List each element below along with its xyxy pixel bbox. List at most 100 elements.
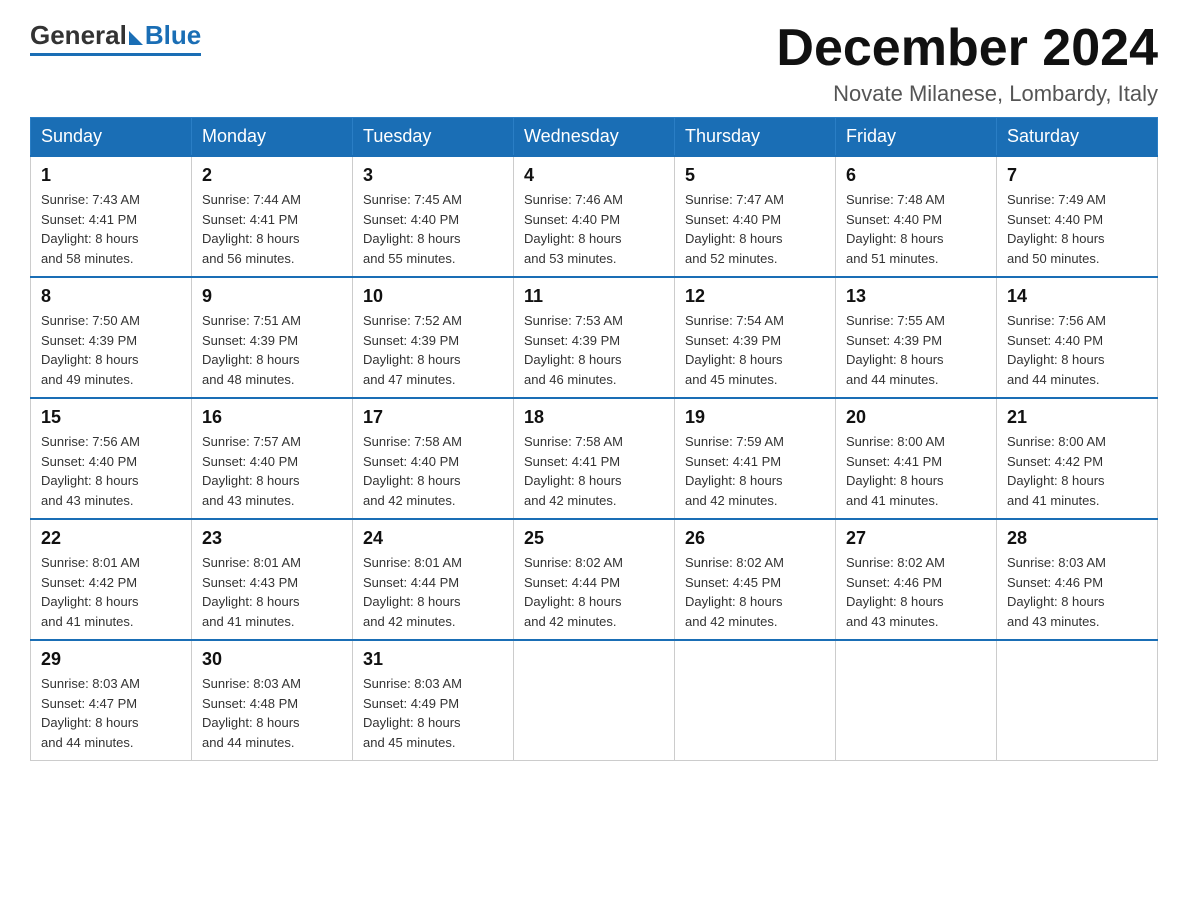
day-number: 15: [41, 407, 181, 428]
day-info: Sunrise: 7:44 AMSunset: 4:41 PMDaylight:…: [202, 190, 342, 268]
day-number: 27: [846, 528, 986, 549]
day-number: 16: [202, 407, 342, 428]
day-number: 22: [41, 528, 181, 549]
day-info: Sunrise: 8:01 AMSunset: 4:44 PMDaylight:…: [363, 553, 503, 631]
day-info: Sunrise: 7:46 AMSunset: 4:40 PMDaylight:…: [524, 190, 664, 268]
calendar-day-cell: 28Sunrise: 8:03 AMSunset: 4:46 PMDayligh…: [997, 519, 1158, 640]
day-number: 21: [1007, 407, 1147, 428]
calendar-day-cell: 1 Sunrise: 7:43 AMSunset: 4:41 PMDaylight…: [31, 156, 192, 277]
calendar-day-cell: 16 Sunrise: 7:57 AMSunset: 4:40 PMDayligh…: [192, 398, 353, 519]
day-info: Sunrise: 7:51 AMSunset: 4:39 PMDaylight:…: [202, 311, 342, 389]
location-subtitle: Novate Milanese, Lombardy, Italy: [776, 81, 1158, 107]
day-number: 5: [685, 165, 825, 186]
calendar-day-cell: 6 Sunrise: 7:48 AMSunset: 4:40 PMDaylight…: [836, 156, 997, 277]
logo: General Blue: [30, 20, 201, 56]
day-number: 8: [41, 286, 181, 307]
day-info: Sunrise: 8:01 AMSunset: 4:42 PMDaylight:…: [41, 553, 181, 631]
calendar-day-cell: 4 Sunrise: 7:46 AMSunset: 4:40 PMDaylight…: [514, 156, 675, 277]
day-info: Sunrise: 7:48 AMSunset: 4:40 PMDaylight:…: [846, 190, 986, 268]
day-info: Sunrise: 8:00 AMSunset: 4:41 PMDaylight:…: [846, 432, 986, 510]
calendar-day-cell: 19Sunrise: 7:59 AMSunset: 4:41 PMDayligh…: [675, 398, 836, 519]
column-header-sunday: Sunday: [31, 118, 192, 157]
column-header-wednesday: Wednesday: [514, 118, 675, 157]
day-info: Sunrise: 7:55 AMSunset: 4:39 PMDaylight:…: [846, 311, 986, 389]
month-title: December 2024: [776, 20, 1158, 77]
title-area: December 2024 Novate Milanese, Lombardy,…: [776, 20, 1158, 107]
calendar-week-row: 29 Sunrise: 8:03 AMSunset: 4:47 PMDayligh…: [31, 640, 1158, 761]
day-number: 19: [685, 407, 825, 428]
day-info: Sunrise: 8:03 AMSunset: 4:48 PMDaylight:…: [202, 674, 342, 752]
day-number: 29: [41, 649, 181, 670]
day-number: 1: [41, 165, 181, 186]
logo-arrow-icon: [129, 31, 143, 45]
calendar-week-row: 8Sunrise: 7:50 AMSunset: 4:39 PMDaylight…: [31, 277, 1158, 398]
day-info: Sunrise: 8:00 AMSunset: 4:42 PMDaylight:…: [1007, 432, 1147, 510]
calendar-day-cell: 31 Sunrise: 8:03 AMSunset: 4:49 PMDayligh…: [353, 640, 514, 761]
calendar-day-cell: 9 Sunrise: 7:51 AMSunset: 4:39 PMDaylight…: [192, 277, 353, 398]
calendar-day-cell: 10 Sunrise: 7:52 AMSunset: 4:39 PMDayligh…: [353, 277, 514, 398]
day-info: Sunrise: 8:01 AMSunset: 4:43 PMDaylight:…: [202, 553, 342, 631]
calendar-day-cell: [836, 640, 997, 761]
calendar-week-row: 15 Sunrise: 7:56 AMSunset: 4:40 PMDayligh…: [31, 398, 1158, 519]
calendar-day-cell: [997, 640, 1158, 761]
day-info: Sunrise: 7:49 AMSunset: 4:40 PMDaylight:…: [1007, 190, 1147, 268]
day-info: Sunrise: 7:52 AMSunset: 4:39 PMDaylight:…: [363, 311, 503, 389]
calendar-day-cell: 3Sunrise: 7:45 AMSunset: 4:40 PMDaylight…: [353, 156, 514, 277]
column-header-monday: Monday: [192, 118, 353, 157]
calendar-table: SundayMondayTuesdayWednesdayThursdayFrid…: [30, 117, 1158, 761]
day-info: Sunrise: 7:47 AMSunset: 4:40 PMDaylight:…: [685, 190, 825, 268]
calendar-day-cell: 8Sunrise: 7:50 AMSunset: 4:39 PMDaylight…: [31, 277, 192, 398]
day-number: 12: [685, 286, 825, 307]
calendar-day-cell: 27 Sunrise: 8:02 AMSunset: 4:46 PMDayligh…: [836, 519, 997, 640]
page-header: General Blue December 2024 Novate Milane…: [30, 20, 1158, 107]
day-number: 3: [363, 165, 503, 186]
day-info: Sunrise: 8:02 AMSunset: 4:45 PMDaylight:…: [685, 553, 825, 631]
day-info: Sunrise: 7:57 AMSunset: 4:40 PMDaylight:…: [202, 432, 342, 510]
calendar-day-cell: 12 Sunrise: 7:54 AMSunset: 4:39 PMDayligh…: [675, 277, 836, 398]
calendar-day-cell: 23Sunrise: 8:01 AMSunset: 4:43 PMDayligh…: [192, 519, 353, 640]
day-number: 13: [846, 286, 986, 307]
calendar-day-cell: 22 Sunrise: 8:01 AMSunset: 4:42 PMDayligh…: [31, 519, 192, 640]
logo-general-text: General: [30, 20, 127, 51]
day-number: 9: [202, 286, 342, 307]
day-info: Sunrise: 7:43 AMSunset: 4:41 PMDaylight:…: [41, 190, 181, 268]
day-number: 26: [685, 528, 825, 549]
logo-blue-text: Blue: [145, 20, 201, 51]
calendar-day-cell: 11Sunrise: 7:53 AMSunset: 4:39 PMDayligh…: [514, 277, 675, 398]
calendar-day-cell: 17 Sunrise: 7:58 AMSunset: 4:40 PMDayligh…: [353, 398, 514, 519]
calendar-day-cell: 20 Sunrise: 8:00 AMSunset: 4:41 PMDayligh…: [836, 398, 997, 519]
calendar-day-cell: 15 Sunrise: 7:56 AMSunset: 4:40 PMDayligh…: [31, 398, 192, 519]
day-info: Sunrise: 7:56 AMSunset: 4:40 PMDaylight:…: [41, 432, 181, 510]
day-info: Sunrise: 8:02 AMSunset: 4:46 PMDaylight:…: [846, 553, 986, 631]
day-number: 7: [1007, 165, 1147, 186]
day-info: Sunrise: 8:03 AMSunset: 4:47 PMDaylight:…: [41, 674, 181, 752]
day-number: 4: [524, 165, 664, 186]
day-number: 6: [846, 165, 986, 186]
calendar-day-cell: 21 Sunrise: 8:00 AMSunset: 4:42 PMDayligh…: [997, 398, 1158, 519]
column-header-friday: Friday: [836, 118, 997, 157]
calendar-day-cell: [514, 640, 675, 761]
calendar-day-cell: 26 Sunrise: 8:02 AMSunset: 4:45 PMDayligh…: [675, 519, 836, 640]
calendar-day-cell: 24Sunrise: 8:01 AMSunset: 4:44 PMDayligh…: [353, 519, 514, 640]
calendar-day-cell: 29 Sunrise: 8:03 AMSunset: 4:47 PMDayligh…: [31, 640, 192, 761]
column-header-tuesday: Tuesday: [353, 118, 514, 157]
day-number: 17: [363, 407, 503, 428]
day-number: 25: [524, 528, 664, 549]
day-number: 20: [846, 407, 986, 428]
day-info: Sunrise: 8:02 AMSunset: 4:44 PMDaylight:…: [524, 553, 664, 631]
day-number: 2: [202, 165, 342, 186]
calendar-day-cell: 30Sunrise: 8:03 AMSunset: 4:48 PMDayligh…: [192, 640, 353, 761]
day-info: Sunrise: 8:03 AMSunset: 4:49 PMDaylight:…: [363, 674, 503, 752]
day-number: 28: [1007, 528, 1147, 549]
day-number: 18: [524, 407, 664, 428]
day-number: 10: [363, 286, 503, 307]
calendar-day-cell: 5 Sunrise: 7:47 AMSunset: 4:40 PMDaylight…: [675, 156, 836, 277]
day-info: Sunrise: 7:54 AMSunset: 4:39 PMDaylight:…: [685, 311, 825, 389]
calendar-day-cell: 2 Sunrise: 7:44 AMSunset: 4:41 PMDaylight…: [192, 156, 353, 277]
day-info: Sunrise: 7:56 AMSunset: 4:40 PMDaylight:…: [1007, 311, 1147, 389]
calendar-header-row: SundayMondayTuesdayWednesdayThursdayFrid…: [31, 118, 1158, 157]
logo-underline: [30, 53, 201, 56]
day-info: Sunrise: 7:53 AMSunset: 4:39 PMDaylight:…: [524, 311, 664, 389]
day-info: Sunrise: 7:58 AMSunset: 4:40 PMDaylight:…: [363, 432, 503, 510]
day-number: 31: [363, 649, 503, 670]
